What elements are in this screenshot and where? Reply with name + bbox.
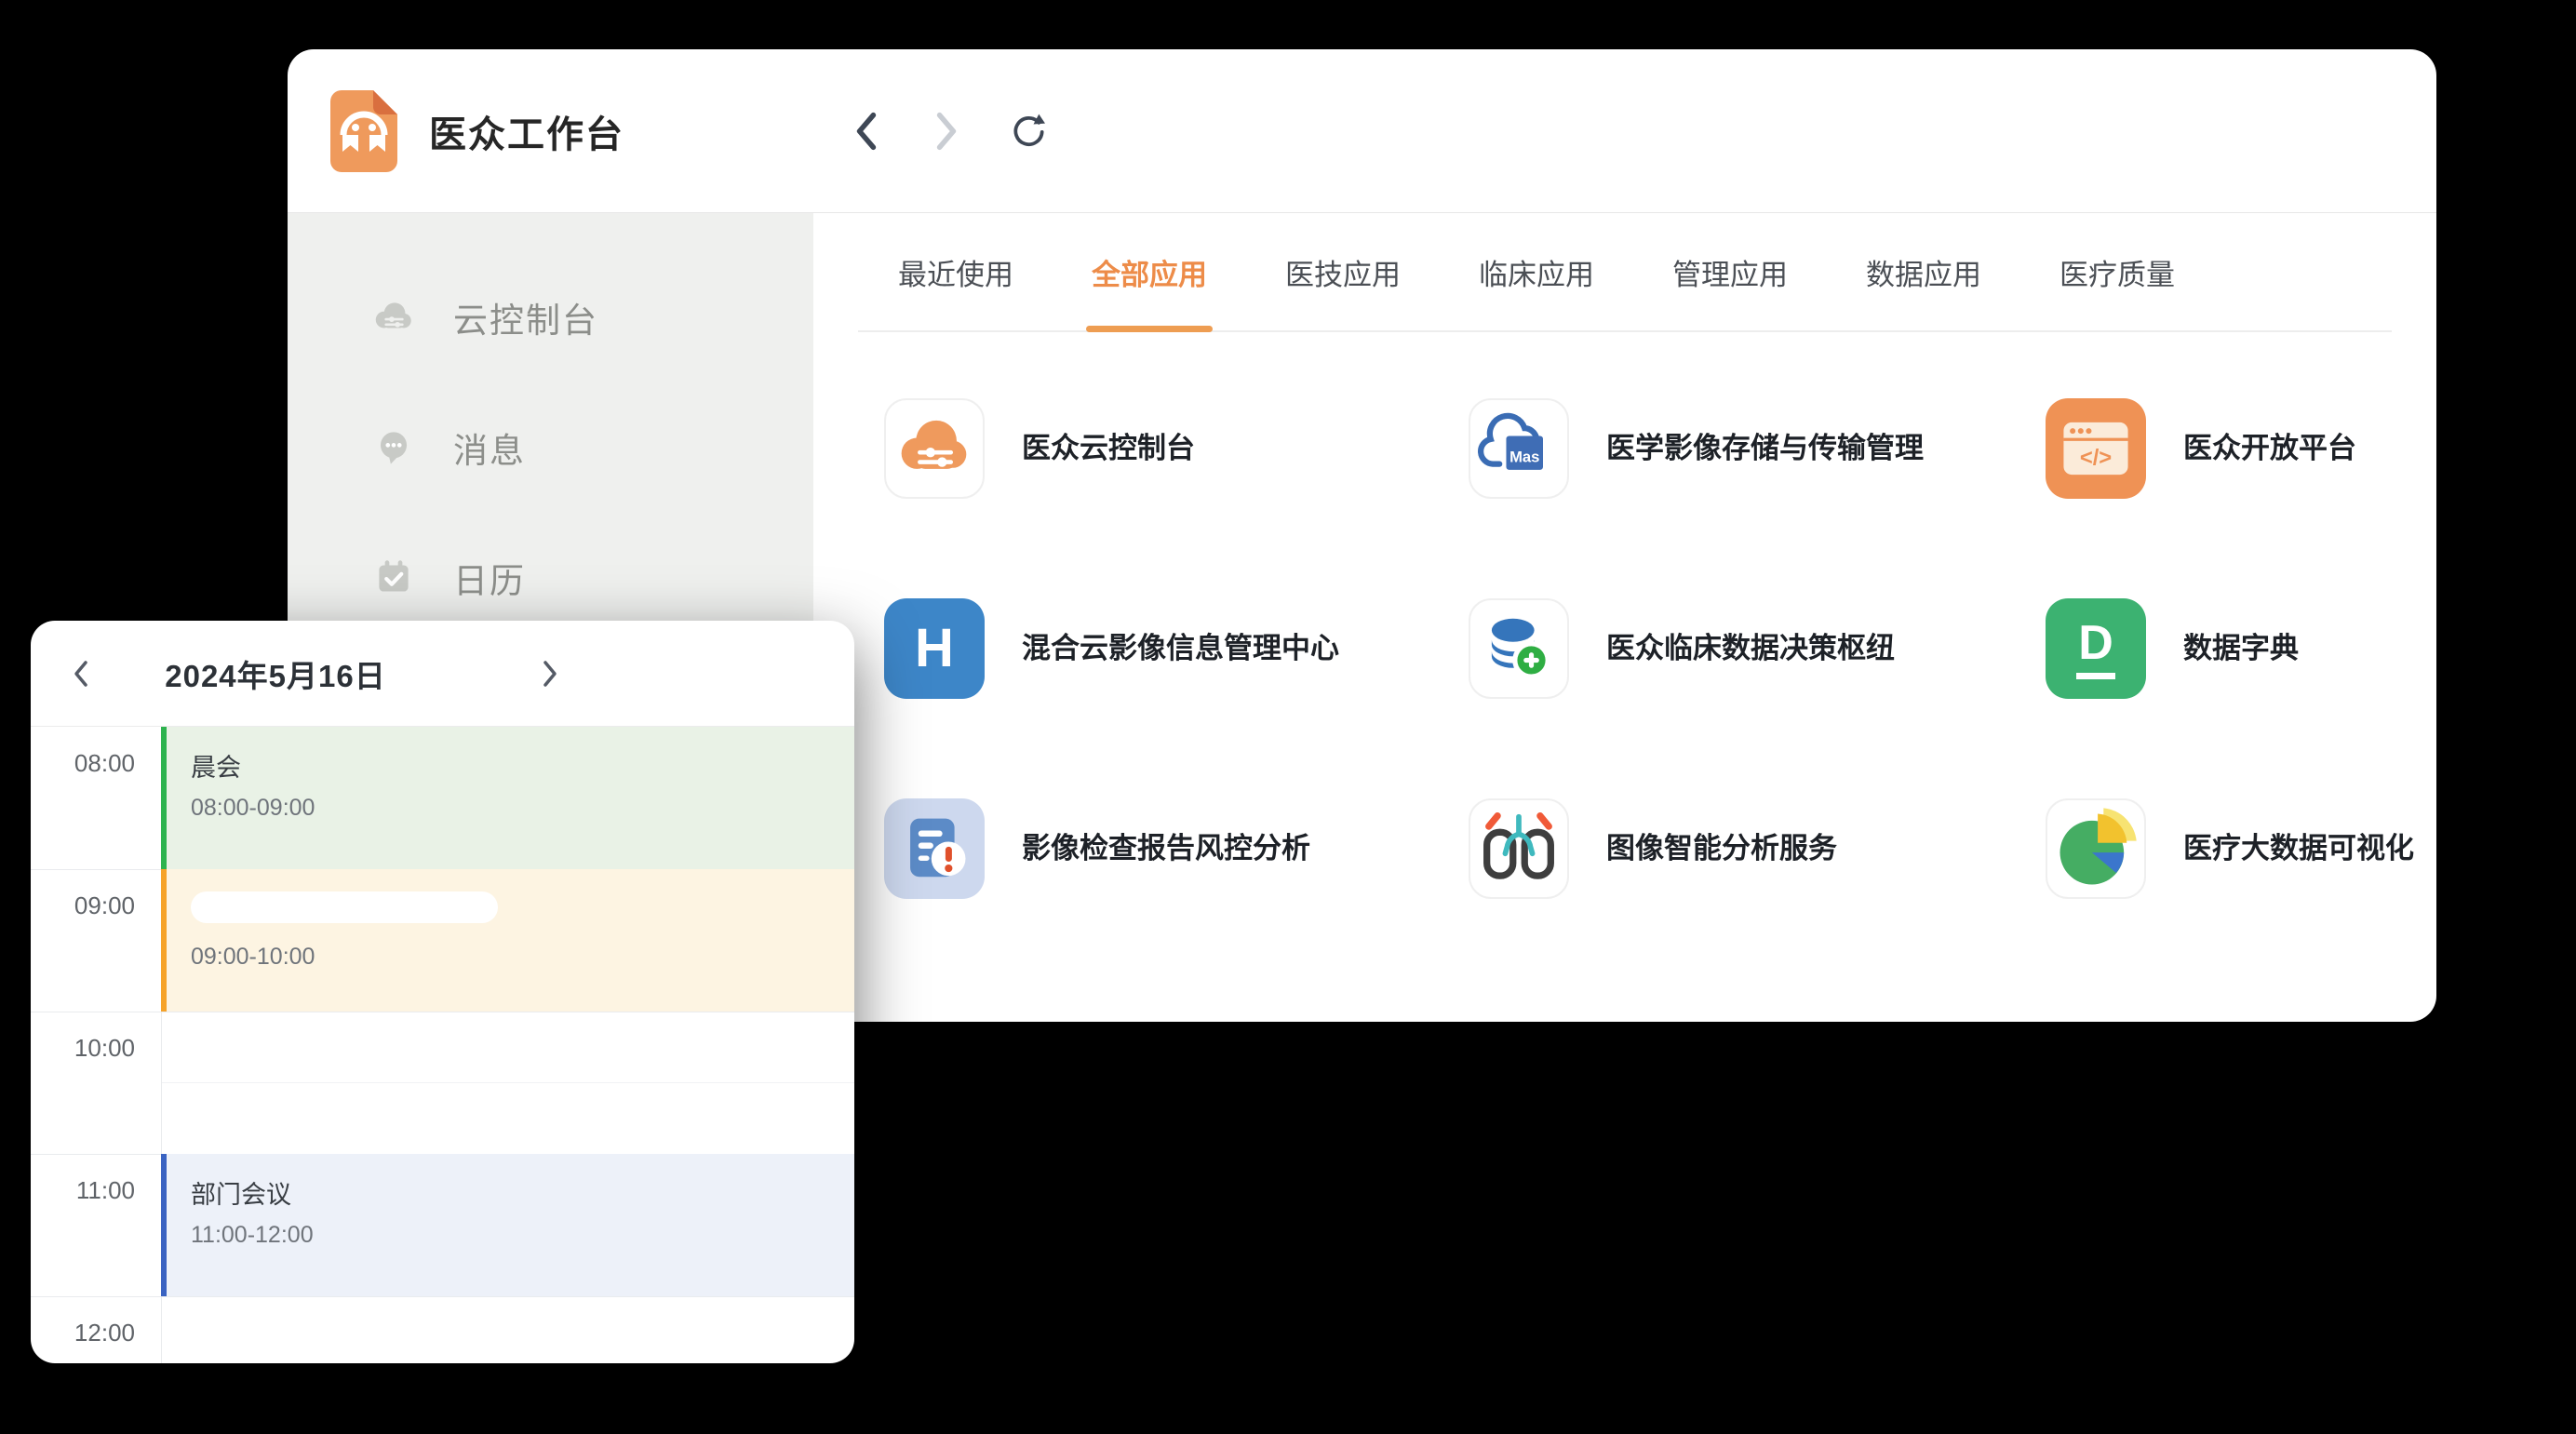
tab-data[interactable]: 数据应用 <box>1866 213 1981 330</box>
pie-chart-icon <box>2046 798 2146 899</box>
app-open-platform[interactable]: </> 医众开放平台 <box>2046 398 2436 598</box>
chevron-left-icon <box>73 660 89 688</box>
chat-bubble-icon <box>369 423 418 472</box>
nav-controls <box>848 49 1045 212</box>
tab-all-apps[interactable]: 全部应用 <box>1092 213 1207 330</box>
sidebar-item-label: 日历 <box>453 553 526 603</box>
content-area: 最近使用 全部应用 医技应用 临床应用 管理应用 数据应用 医疗质量 <box>813 213 2436 1022</box>
window-header: 医众工作台 <box>288 49 2436 212</box>
event-title: 部门会议 <box>191 1174 854 1211</box>
app-label: 医学影像存储与传输管理 <box>1606 398 1924 499</box>
app-cloud-console[interactable]: 医众云控制台 <box>884 398 1469 598</box>
chevron-right-icon <box>542 660 558 688</box>
tab-medtech[interactable]: 医技应用 <box>1285 213 1401 330</box>
lungs-icon <box>1469 798 1569 899</box>
calendar-next-button[interactable] <box>531 621 569 726</box>
report-alert-icon <box>884 798 985 899</box>
app-pacs[interactable]: Mas 医学影像存储与传输管理 <box>1469 398 2046 598</box>
page-title: 医众工作台 <box>429 104 624 158</box>
calendar-check-icon <box>369 554 418 602</box>
chevron-right-icon <box>932 112 960 151</box>
calendar-event-redacted[interactable]: 09:00-10:00 <box>161 869 854 1012</box>
app-label: 医众开放平台 <box>2183 398 2356 499</box>
letter-h-icon: H <box>884 598 985 699</box>
code-window-icon: </> <box>2046 398 2146 499</box>
time-label: 11:00 <box>31 1176 135 1205</box>
calendar-header: 2024年5月16日 <box>31 621 854 727</box>
back-button[interactable] <box>848 111 885 152</box>
orange-cloud-sliders-icon <box>884 398 985 499</box>
event-time: 09:00-10:00 <box>191 944 854 971</box>
app-data-dictionary[interactable]: D 数据字典 <box>2046 598 2436 798</box>
tab-management[interactable]: 管理应用 <box>1672 213 1788 330</box>
svg-text:</>: </> <box>2080 445 2112 470</box>
app-label: 图像智能分析服务 <box>1606 798 1837 899</box>
svg-text:Mas: Mas <box>1509 449 1539 466</box>
database-plus-icon <box>1469 598 1569 699</box>
calendar-prev-button[interactable] <box>62 621 100 726</box>
calendar-day-grid: 08:00 09:00 10:00 11:00 12:00 晨会 08:00-0… <box>31 727 854 1363</box>
event-time: 11:00-12:00 <box>191 1222 854 1249</box>
app-label: 医众临床数据决策枢纽 <box>1606 598 1895 699</box>
app-clinical-data-hub[interactable]: 医众临床数据决策枢纽 <box>1469 598 2046 798</box>
hour-gridline <box>31 1296 854 1297</box>
time-label: 09:00 <box>31 891 135 920</box>
event-time: 08:00-09:00 <box>191 795 854 822</box>
chevron-left-icon <box>852 112 880 151</box>
app-image-ai-analysis[interactable]: 图像智能分析服务 <box>1469 798 2046 998</box>
sidebar-item-messages[interactable]: 消息 <box>288 382 813 513</box>
sidebar-item-label: 云控制台 <box>453 292 598 342</box>
cloud-storage-icon: Mas <box>1469 398 1569 499</box>
app-label: 医疗大数据可视化 <box>2183 798 2414 899</box>
tab-clinical[interactable]: 临床应用 <box>1479 213 1594 330</box>
refresh-icon <box>1008 112 1045 151</box>
app-grid: 医众云控制台 Mas 医学影像存储与传输管理 <box>813 398 2436 998</box>
calendar-event-morning-meeting[interactable]: 晨会 08:00-09:00 <box>161 727 854 869</box>
time-label: 08:00 <box>31 749 135 778</box>
redacted-event-title <box>191 891 498 923</box>
app-logo-icon <box>330 90 397 172</box>
time-label: 10:00 <box>31 1034 135 1063</box>
sidebar-item-cloud-console[interactable]: 云控制台 <box>288 252 813 382</box>
app-big-data-visualization[interactable]: 医疗大数据可视化 <box>2046 798 2436 998</box>
tab-bar: 最近使用 全部应用 医技应用 临床应用 管理应用 数据应用 医疗质量 <box>858 213 2392 332</box>
tab-recent[interactable]: 最近使用 <box>898 213 1013 330</box>
sidebar-item-label: 消息 <box>453 422 526 473</box>
forward-button[interactable] <box>928 111 965 152</box>
app-label: 医众云控制台 <box>1022 398 1195 499</box>
half-hour-gridline <box>162 1082 854 1083</box>
tab-quality[interactable]: 医疗质量 <box>2059 213 2175 330</box>
calendar-event-department-meeting[interactable]: 部门会议 11:00-12:00 <box>161 1154 854 1296</box>
app-label: 数据字典 <box>2183 598 2299 699</box>
refresh-button[interactable] <box>1008 111 1045 152</box>
time-label: 12:00 <box>31 1319 135 1347</box>
app-label: 影像检查报告风控分析 <box>1022 798 1310 899</box>
dictionary-d-icon: D <box>2046 598 2146 699</box>
calendar-popup: 2024年5月16日 08:00 09:00 10:00 11:00 12:00… <box>31 621 854 1363</box>
event-title: 晨会 <box>191 747 854 784</box>
app-report-risk-analysis[interactable]: 影像检查报告风控分析 <box>884 798 1469 998</box>
app-label: 混合云影像信息管理中心 <box>1022 598 1339 699</box>
calendar-date: 2024年5月16日 <box>113 621 438 726</box>
cloud-sliders-icon <box>369 293 418 342</box>
app-hybrid-cloud-imaging[interactable]: H 混合云影像信息管理中心 <box>884 598 1469 798</box>
